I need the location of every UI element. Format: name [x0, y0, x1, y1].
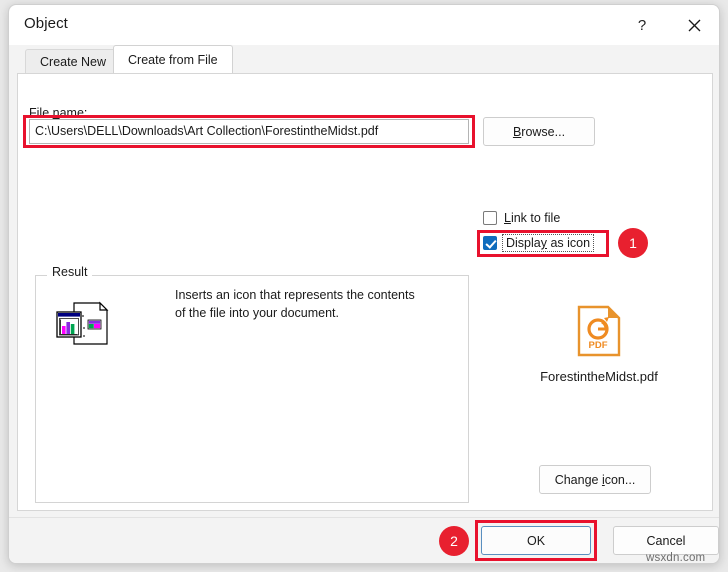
pdf-badge-text: PDF — [589, 340, 608, 351]
tab-strip: Create New Create from File — [9, 45, 719, 73]
tab-create-from-file[interactable]: Create from File — [113, 45, 233, 73]
result-description: Inserts an icon that represents the cont… — [175, 288, 415, 320]
display-as-icon-checkbox[interactable] — [483, 236, 497, 250]
tab-create-new[interactable]: Create New — [25, 49, 121, 73]
file-name-input[interactable]: C:\Users\DELL\Downloads\Art Collection\F… — [29, 119, 469, 144]
screen-background: Object ? Create New Create from File Fil… — [0, 0, 728, 572]
browse-button-label: Browse... — [513, 125, 565, 139]
display-as-icon-prefix: Displa — [506, 236, 541, 250]
change-icon-button[interactable]: Change icon... — [539, 465, 651, 494]
ok-button-label: OK — [526, 533, 546, 548]
annotation-badge-2: 2 — [439, 526, 469, 556]
cancel-button[interactable]: Cancel — [613, 526, 719, 555]
link-to-file-accel: L — [504, 211, 511, 225]
help-button[interactable]: ? — [619, 5, 665, 45]
link-to-file-checkbox-row[interactable]: Link to file — [483, 211, 560, 225]
close-icon — [688, 19, 700, 31]
display-as-icon-checkbox-row[interactable]: Display as icon — [483, 234, 595, 252]
change-icon-prefix: Change — [554, 472, 602, 487]
annotation-badge-2-label: 2 — [450, 533, 458, 549]
icon-preview: PDF ForestintheMidst.pdf — [509, 305, 689, 386]
annotation-badge-1: 1 — [618, 228, 648, 258]
ok-button[interactable]: OK — [481, 526, 591, 555]
close-button[interactable] — [671, 5, 717, 45]
tab-create-from-file-label: Create from File — [128, 52, 218, 67]
link-to-file-label: Link to file — [504, 211, 560, 225]
link-to-file-suffix: ink to file — [510, 211, 561, 225]
change-icon-suffix: con... — [604, 472, 636, 487]
display-as-icon-suffix: as icon — [547, 236, 591, 250]
dialog-titlebar: Object ? — [9, 5, 719, 45]
document-with-chart-icon — [56, 301, 109, 345]
cancel-button-label: Cancel — [646, 533, 686, 548]
preview-file-name: ForestintheMidst.pdf — [540, 369, 658, 384]
link-to-file-checkbox[interactable] — [483, 211, 497, 225]
watermark: wsxdn.com — [646, 552, 706, 564]
browse-button[interactable]: Browse... — [483, 117, 595, 146]
question-mark-icon: ? — [637, 16, 647, 34]
footer-separator — [9, 517, 719, 518]
annotation-badge-1-label: 1 — [629, 235, 637, 251]
change-icon-button-label: Change icon... — [555, 473, 636, 487]
object-dialog: Object ? Create New Create from File Fil… — [8, 4, 720, 564]
display-as-icon-label: Display as icon — [502, 234, 595, 252]
result-groupbox-legend: Result — [47, 265, 93, 279]
tab-create-new-label: Create New — [40, 54, 106, 69]
foxit-pdf-file-icon: PDF — [577, 305, 621, 357]
browse-button-suffix: rowse... — [521, 124, 566, 139]
dialog-title: Object — [24, 15, 68, 32]
